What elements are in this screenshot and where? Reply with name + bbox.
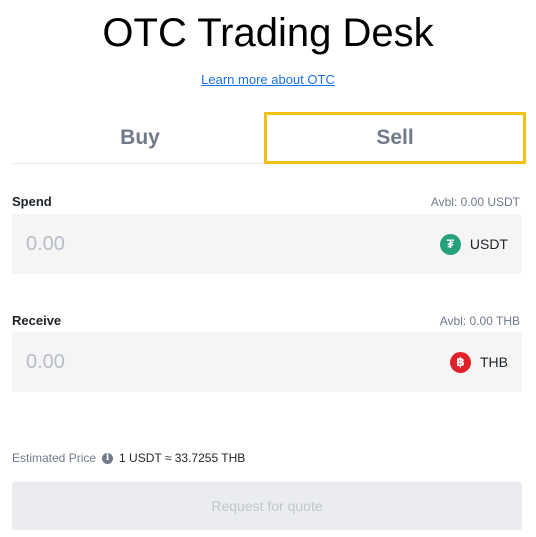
- receive-input-box: ฿ THB: [12, 332, 522, 392]
- receive-amount-input[interactable]: [26, 332, 326, 392]
- tab-buy[interactable]: Buy: [12, 112, 268, 164]
- spend-amount-input[interactable]: [26, 214, 326, 274]
- tab-sell[interactable]: Sell: [264, 112, 526, 164]
- spend-input-box: ₮ USDT: [12, 214, 522, 274]
- receive-coin-selector[interactable]: ฿ THB: [450, 332, 508, 392]
- info-icon[interactable]: i: [102, 452, 114, 464]
- receive-coin-label: THB: [480, 354, 508, 370]
- tether-icon: ₮: [439, 233, 461, 255]
- estimated-price-value: 1 USDT ≈ 33.7255 THB: [119, 451, 246, 465]
- spend-coin-selector[interactable]: ₮ USDT: [439, 214, 508, 274]
- spend-available: Avbl: 0.00 USDT: [430, 195, 520, 209]
- estimated-price-label: Estimated Price: [12, 451, 97, 465]
- estimated-price-row: Estimated Price i 1 USDT ≈ 33.7255 THB: [12, 451, 245, 465]
- spend-coin-label: USDT: [469, 236, 508, 252]
- request-quote-button[interactable]: Request for quote: [12, 482, 522, 530]
- receive-label: Receive: [12, 313, 62, 328]
- baht-icon: ฿: [450, 351, 471, 373]
- page-title: OTC Trading Desk: [102, 11, 434, 55]
- receive-available: Avbl: 0.00 THB: [439, 314, 520, 328]
- buy-sell-tabs: Buy Sell: [12, 112, 526, 164]
- learn-more-link[interactable]: Learn more about OTC: [0, 72, 536, 87]
- spend-label: Spend: [12, 194, 52, 209]
